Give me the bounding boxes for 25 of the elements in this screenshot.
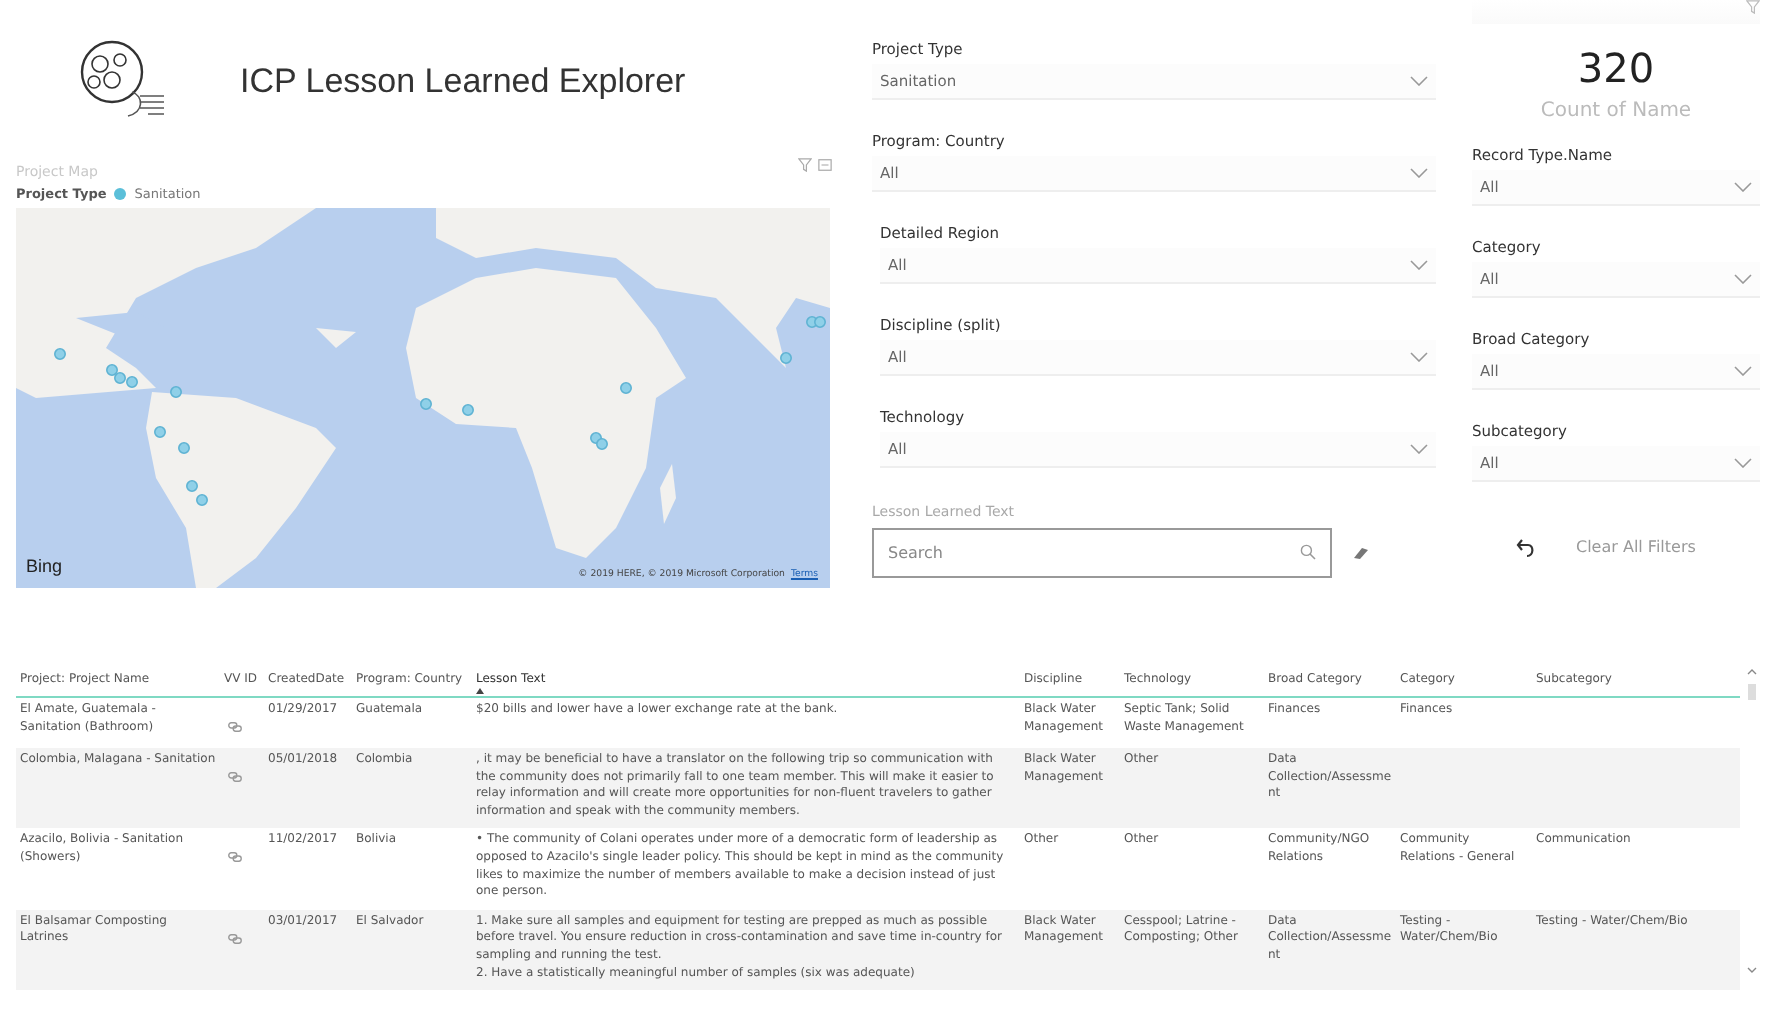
kpi-label: Count of Name: [1538, 100, 1694, 122]
chevron-down-icon: [1410, 168, 1428, 178]
search-field[interactable]: Search: [872, 528, 1332, 578]
dashboard-title: ICP Lesson Learned Explorer: [240, 62, 686, 102]
chevron-down-icon: [1410, 352, 1428, 362]
chevron-down-icon: [1734, 366, 1752, 376]
chevron-down-icon: [1734, 458, 1752, 468]
kpi-value: 320: [1575, 44, 1657, 92]
search-icon: [1300, 544, 1316, 560]
map-provider-logo: Bing: [26, 556, 63, 576]
focus-mode-icon[interactable]: [818, 158, 832, 172]
link-icon[interactable]: [228, 852, 242, 863]
eraser-icon[interactable]: [1352, 546, 1370, 560]
filter-icon[interactable]: [798, 158, 812, 172]
sort-icon: [476, 688, 484, 694]
link-icon[interactable]: [228, 772, 242, 782]
link-icon[interactable]: [228, 722, 242, 732]
chevron-down-icon: [1410, 76, 1428, 86]
chevron-down-icon: [1410, 444, 1428, 454]
link-icon[interactable]: [228, 933, 242, 944]
chevron-down-icon: [1734, 274, 1752, 284]
undo-icon[interactable]: [1516, 537, 1536, 557]
filter-icon[interactable]: [1746, 0, 1760, 14]
chevron-down-icon: [1734, 182, 1752, 192]
chevron-down-icon: [1410, 260, 1428, 270]
